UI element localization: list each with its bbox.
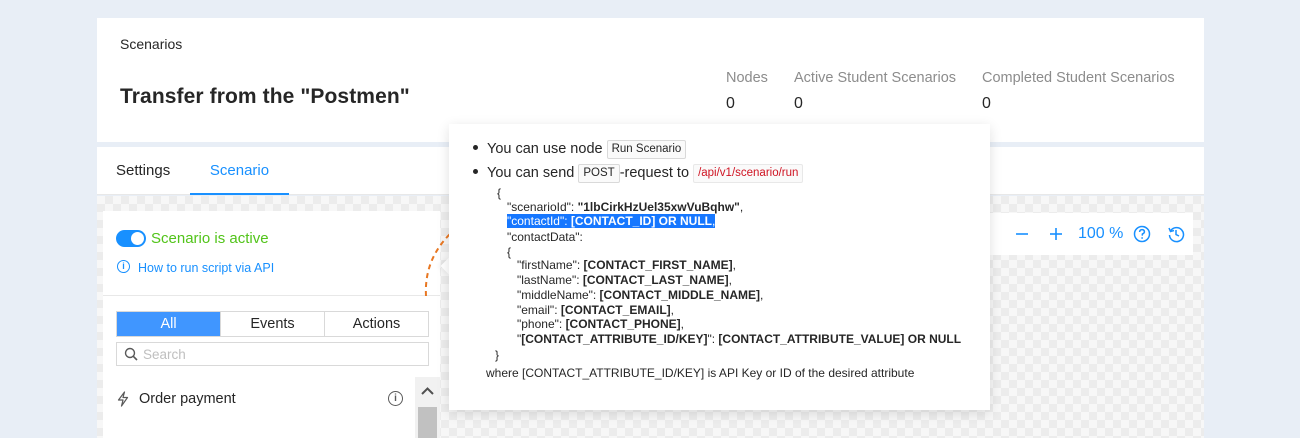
json-value: [CONTACT_ID] OR NULL	[570, 214, 712, 228]
bullet	[473, 169, 478, 175]
json-key: "phone":	[517, 317, 566, 331]
list-item[interactable]: Order payment i	[103, 388, 415, 412]
list-item-label: Order payment	[139, 391, 236, 407]
search-input[interactable]	[143, 345, 423, 363]
page-title: Transfer from the "Postmen"	[120, 85, 410, 108]
json-line-middle-name: "middleName": [CONTACT_MIDDLE_NAME],	[517, 288, 763, 302]
zoom-in-icon[interactable]	[1047, 225, 1065, 243]
json-comma: ,	[670, 303, 674, 317]
json-comma: ,	[728, 273, 732, 287]
stat-active-student-scenarios: Active Student Scenarios 0	[794, 70, 956, 113]
json-key: "middleName":	[517, 288, 600, 302]
scenario-active-toggle[interactable]	[116, 230, 146, 247]
json-value: [CONTACT_LAST_NAME]	[582, 273, 729, 287]
json-line-phone: "phone": [CONTACT_PHONE],	[517, 317, 684, 331]
popover-text: You can send	[487, 165, 575, 181]
popover-text: -request to	[619, 165, 690, 181]
divider	[103, 295, 440, 296]
scrollbar[interactable]	[415, 377, 440, 438]
json-line-last-name: "lastName": [CONTACT_LAST_NAME],	[517, 273, 732, 287]
json-key: "lastName":	[517, 273, 583, 287]
api-help-popover: You can use node Run Scenario You can se…	[449, 124, 990, 410]
zoom-level: 100 %	[1078, 225, 1124, 242]
canvas-toolbar: 100 %	[975, 213, 1193, 255]
json-line-scenario-id: "scenarioId": "1lbCirkHzUel35xwVuBqhw",	[507, 200, 743, 214]
help-icon[interactable]	[1133, 225, 1151, 243]
chevron-up-icon[interactable]	[415, 380, 440, 402]
filter-tab-events[interactable]: Events	[220, 312, 324, 336]
json-line-contact-id: "contactId": [CONTACT_ID] OR NULL,	[507, 214, 716, 228]
api-url-tag: /api/v1/scenario/run	[693, 164, 804, 183]
json-comma: ,	[739, 200, 744, 214]
info-icon: i	[117, 260, 130, 273]
history-icon[interactable]	[1167, 225, 1185, 243]
json-key: "email":	[517, 303, 561, 317]
json-line-email: "email": [CONTACT_EMAIL],	[517, 303, 674, 317]
json-brace: }	[495, 348, 500, 362]
node-filter-tabs: All Events Actions	[116, 311, 429, 337]
stat-value: 0	[982, 95, 991, 112]
json-value: [CONTACT_EMAIL]	[560, 303, 671, 317]
howto-api-link[interactable]: How to run script via API	[138, 261, 274, 275]
json-brace: {	[507, 245, 512, 259]
bolt-icon	[117, 391, 129, 407]
stat-completed-student-scenarios: Completed Student Scenarios 0	[982, 70, 1175, 113]
json-value: [CONTACT_PHONE]	[565, 317, 681, 331]
stat-nodes: Nodes 0	[726, 70, 768, 113]
tab-settings[interactable]: Settings	[116, 147, 170, 195]
stat-label: Nodes	[726, 70, 768, 86]
attribute-note: where [CONTACT_ATTRIBUTE_ID/KEY] is API …	[486, 366, 915, 380]
toggle-knob	[131, 232, 144, 245]
json-line-first-name: "firstName": [CONTACT_FIRST_NAME],	[517, 258, 736, 272]
json-key: [CONTACT_ATTRIBUTE_ID/KEY]	[521, 332, 708, 346]
json-value: [CONTACT_ATTRIBUTE_VALUE] OR NULL	[718, 332, 962, 346]
json-comma: ,	[732, 258, 736, 272]
node-search	[116, 342, 429, 366]
run-scenario-tag: Run Scenario	[606, 140, 687, 159]
json-line-contact-data: "contactData":	[507, 230, 583, 244]
json-brace: {	[497, 186, 502, 200]
search-icon	[124, 347, 138, 361]
scenario-status-label: Scenario is active	[151, 230, 269, 247]
node-side-panel: Scenario is active i How to run script v…	[103, 211, 440, 438]
info-icon[interactable]: i	[388, 391, 403, 406]
json-value: "1lbCirkHzUel35xwVuBqhw"	[577, 200, 740, 214]
popover-line-request: You can send POST -request to /api/v1/sce…	[473, 164, 804, 183]
popover-line-node: You can use node Run Scenario	[473, 140, 687, 159]
tab-scenario[interactable]: Scenario	[190, 147, 289, 195]
json-line-attribute: "[CONTACT_ATTRIBUTE_ID/KEY]": [CONTACT_A…	[517, 332, 961, 346]
json-quote: ":	[707, 332, 719, 346]
json-comma: ,	[680, 317, 685, 331]
json-key: "contactId":	[507, 214, 571, 228]
json-key: "firstName":	[517, 258, 584, 272]
stat-label: Active Student Scenarios	[794, 70, 957, 86]
json-value: [CONTACT_MIDDLE_NAME]	[599, 288, 760, 302]
filter-tab-all[interactable]: All	[117, 312, 220, 336]
bullet	[473, 145, 478, 151]
breadcrumb[interactable]: Scenarios	[120, 36, 182, 52]
json-comma: ,	[759, 288, 764, 302]
filter-tab-actions[interactable]: Actions	[324, 312, 428, 336]
stat-value: 0	[726, 95, 735, 112]
post-method-tag: POST	[578, 164, 620, 183]
stat-value: 0	[794, 95, 803, 112]
zoom-out-icon[interactable]	[1013, 225, 1031, 243]
json-comma: ,	[711, 214, 716, 228]
stat-label: Completed Student Scenarios	[982, 70, 1175, 86]
json-key: "scenarioId":	[507, 200, 578, 214]
json-value: [CONTACT_FIRST_NAME]	[583, 258, 733, 272]
scrollbar-thumb[interactable]	[418, 407, 437, 438]
popover-text: You can use node	[487, 141, 603, 157]
